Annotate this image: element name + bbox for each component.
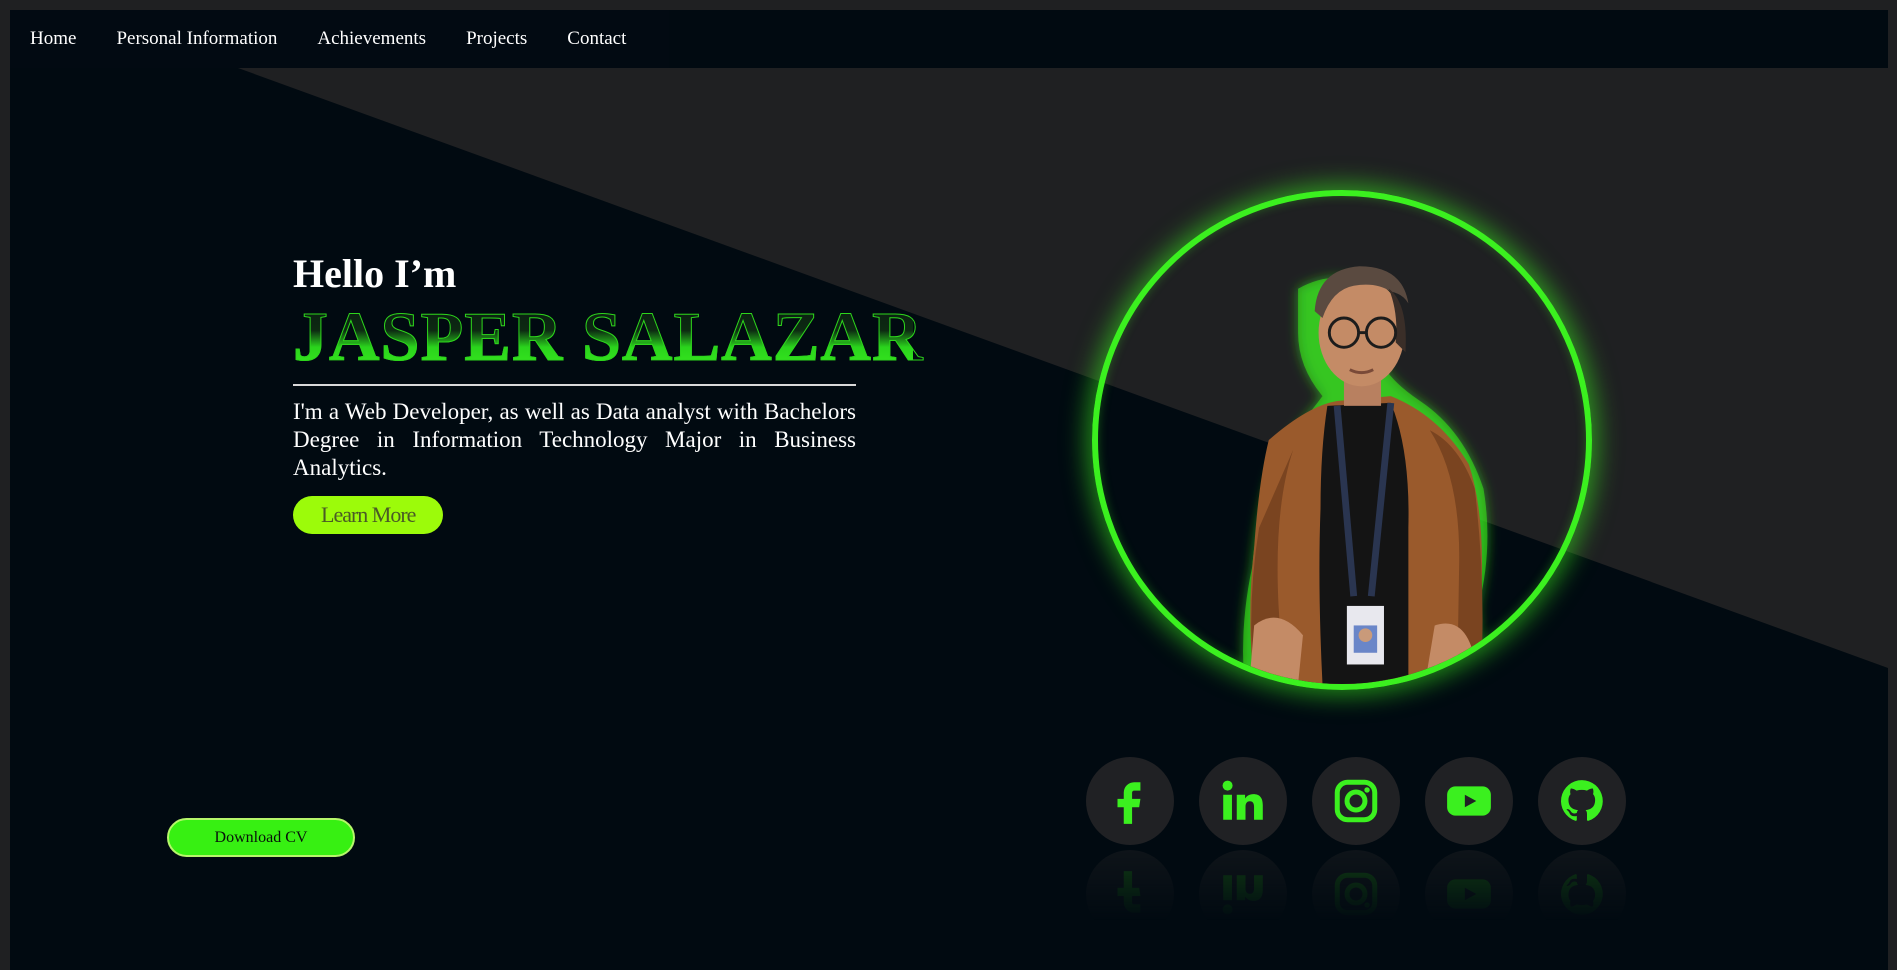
bio-text: I'm a Web Developer, as well as Data ana… (293, 399, 856, 480)
facebook-button[interactable] (1086, 757, 1174, 845)
instagram-reflection (1312, 850, 1400, 938)
youtube-icon (1447, 879, 1491, 909)
github-icon (1561, 874, 1603, 915)
profile-photo (1092, 190, 1592, 690)
instagram-button[interactable] (1312, 757, 1400, 845)
instagram-icon (1334, 872, 1378, 916)
hero-section: Hello I’m JASPER SALAZAR I'm a Web Devel… (293, 250, 924, 534)
facebook-reflection (1086, 850, 1174, 938)
learn-more-button[interactable]: Learn More (293, 496, 444, 534)
youtube-reflection (1425, 850, 1513, 938)
youtube-icon (1447, 786, 1491, 816)
github-reflection (1538, 850, 1626, 938)
social-links-reflection (1086, 850, 1651, 938)
nav-personal-information-link[interactable]: Personal Information (116, 28, 277, 50)
youtube-button[interactable] (1425, 757, 1513, 845)
github-icon (1561, 780, 1603, 821)
nav-projects-link[interactable]: Projects (466, 28, 527, 50)
social-links (1086, 757, 1651, 845)
download-cv-button[interactable]: Download CV (167, 818, 355, 857)
linkedin-icon (1222, 780, 1263, 820)
profile-photo-illustration (1243, 266, 1488, 684)
top-navigation: Home Personal Information Achievements P… (10, 10, 669, 68)
divider (293, 384, 856, 386)
greeting-heading: Hello I’m (293, 251, 457, 296)
linkedin-button[interactable] (1199, 757, 1287, 845)
linkedin-reflection (1199, 850, 1287, 938)
instagram-icon (1334, 779, 1378, 823)
nav-contact-link[interactable]: Contact (567, 28, 626, 50)
name-heading: JASPER SALAZAR (293, 299, 924, 376)
nav-home-link[interactable]: Home (30, 28, 76, 50)
linkedin-icon (1222, 875, 1263, 915)
facebook-icon (1117, 782, 1141, 824)
nav-achievements-link[interactable]: Achievements (317, 28, 426, 50)
github-button[interactable] (1538, 757, 1626, 845)
facebook-icon (1117, 871, 1141, 913)
